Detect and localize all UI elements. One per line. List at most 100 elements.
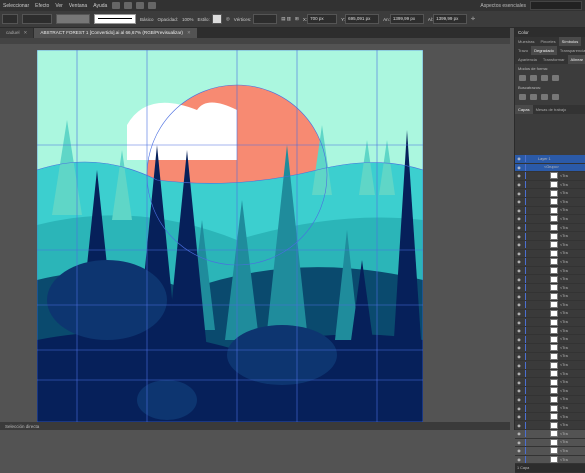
list-item[interactable]: ◉ <Tra	[515, 413, 585, 422]
eye-icon[interactable]: ◉	[515, 277, 523, 282]
eye-icon[interactable]: ◉	[515, 320, 523, 325]
group-row[interactable]: ◉ <Grupo>	[515, 163, 585, 173]
list-item[interactable]: ◉ <Tra	[515, 421, 585, 430]
transform-icon[interactable]: ✢	[471, 16, 475, 22]
eye-icon[interactable]: ◉	[515, 371, 523, 376]
list-item[interactable]: ◉ <Tra	[515, 232, 585, 241]
eye-icon[interactable]: ◉	[515, 388, 523, 393]
tab-layers[interactable]: Capas	[515, 105, 533, 114]
close-icon[interactable]: ✕	[187, 30, 191, 35]
list-item[interactable]: ◉ <Tra	[515, 361, 585, 370]
list-item[interactable]: ◉ <Tra	[515, 198, 585, 207]
tab-swatches[interactable]: Muestras	[515, 37, 537, 46]
list-item[interactable]: ◉ <Tra	[515, 352, 585, 362]
tab-transparency[interactable]: Transparencia	[557, 46, 585, 55]
list-item[interactable]: ◉ <Tra	[515, 318, 585, 327]
tab-align[interactable]: Alinear	[567, 55, 585, 64]
eye-icon[interactable]: ◉	[515, 242, 523, 247]
opacity-value[interactable]: 100%	[182, 17, 194, 22]
tab-symbols[interactable]: Símbolos	[558, 37, 582, 46]
list-item[interactable]: ◉ <Tra	[515, 447, 585, 456]
eye-icon[interactable]: ◉	[515, 208, 523, 213]
color-panel-header[interactable]: Color	[515, 28, 585, 37]
bridge-icon[interactable]	[112, 2, 121, 9]
eye-icon[interactable]: ◉	[515, 423, 523, 428]
y-field[interactable]: 695,091 px	[345, 14, 380, 24]
style-swatch[interactable]	[211, 14, 222, 24]
menu-item-view[interactable]: Ver	[52, 3, 66, 9]
eye-icon[interactable]: ◉	[515, 345, 523, 350]
list-item[interactable]: ◉ <Tra	[515, 258, 585, 267]
eye-icon[interactable]: ◉	[515, 440, 523, 445]
tab-transform[interactable]: Transformar	[540, 55, 568, 64]
list-item[interactable]: ◉ <Tra	[515, 456, 585, 465]
tab-document-1[interactable]: caduel ✕	[0, 28, 34, 38]
eye-icon[interactable]: ◉	[515, 173, 523, 178]
eye-icon[interactable]: ◉	[515, 380, 523, 385]
menu-item-help[interactable]: Ayuda	[90, 3, 110, 9]
menu-item-effect[interactable]: Efecto	[32, 3, 52, 9]
eye-icon[interactable]: ◉	[515, 165, 523, 170]
layer-row[interactable]: ◉ Layer 1	[515, 155, 585, 164]
width-field[interactable]: 1399,99 px	[389, 14, 424, 24]
intersect-icon[interactable]	[541, 75, 548, 81]
eye-icon[interactable]: ◉	[515, 328, 523, 333]
list-item[interactable]: ◉ <Tra	[515, 387, 585, 396]
eye-icon[interactable]: ◉	[515, 225, 523, 230]
minus-front-icon[interactable]	[530, 75, 537, 81]
tab-brushes[interactable]: Pinceles	[537, 37, 558, 46]
eye-icon[interactable]: ◉	[515, 311, 523, 316]
eye-icon[interactable]: ◉	[515, 354, 523, 359]
stroke-weight-field[interactable]	[22, 14, 52, 24]
current-tool-label[interactable]: Selección directa	[0, 424, 44, 429]
height-field[interactable]: 1399,99 px	[433, 14, 468, 24]
workspace-switcher[interactable]: Aspectos esenciales	[476, 3, 530, 9]
tab-stroke[interactable]: Trazo	[515, 46, 531, 55]
vertices-field[interactable]	[253, 14, 278, 24]
trim-icon[interactable]	[530, 94, 537, 100]
list-item[interactable]: ◉ <Tra	[515, 309, 585, 319]
search-input[interactable]	[530, 1, 582, 10]
menu-item-window[interactable]: Ventana	[66, 3, 90, 9]
x-field[interactable]: 700 px	[307, 14, 338, 24]
list-item[interactable]: ◉ <Tra	[515, 327, 585, 336]
list-item[interactable]: ◉ <Tra	[515, 430, 585, 439]
list-item[interactable]: ◉ <Tra	[515, 181, 585, 190]
artboard[interactable]	[37, 50, 423, 422]
exclude-icon[interactable]	[552, 75, 559, 81]
eye-icon[interactable]: ◉	[515, 431, 523, 436]
merge-icon[interactable]	[541, 94, 548, 100]
eye-icon[interactable]: ◉	[515, 448, 523, 453]
unite-icon[interactable]	[519, 75, 526, 81]
eye-icon[interactable]: ◉	[515, 234, 523, 239]
arrange-icon[interactable]	[136, 2, 145, 9]
eye-icon[interactable]: ◉	[515, 191, 523, 196]
eye-icon[interactable]: ◉	[515, 285, 523, 290]
list-item[interactable]: ◉ <Tra	[515, 438, 585, 448]
eye-icon[interactable]: ◉	[515, 259, 523, 264]
stock-icon[interactable]	[124, 2, 133, 9]
eye-icon[interactable]: ◉	[515, 294, 523, 299]
list-item[interactable]: ◉ <Tra	[515, 284, 585, 293]
list-item[interactable]: ◉ <Tra	[515, 344, 585, 353]
list-item[interactable]: ◉ <Tra	[515, 189, 585, 198]
menu-item-select[interactable]: Seleccionar	[0, 3, 32, 9]
list-item[interactable]: ◉ <Tra	[515, 215, 585, 224]
list-item[interactable]: ◉ <Tra	[515, 292, 585, 302]
list-item[interactable]: ◉ <Tra	[515, 335, 585, 345]
gpu-icon[interactable]	[148, 2, 157, 9]
close-icon[interactable]: ✕	[24, 30, 28, 35]
eye-icon[interactable]: ◉	[515, 216, 523, 221]
eye-icon[interactable]: ◉	[515, 251, 523, 256]
tab-appearance[interactable]: Apariencia	[515, 55, 540, 64]
list-item[interactable]: ◉ <Tra	[515, 378, 585, 388]
eye-icon[interactable]: ◉	[515, 397, 523, 402]
fill-swatch[interactable]	[2, 14, 18, 24]
divide-icon[interactable]	[519, 94, 526, 100]
tab-document-2[interactable]: ABSTRACT FOREST 1 [Convertido].ai al 66,…	[34, 28, 197, 38]
tab-artboards[interactable]: Mesas de trabajo	[533, 105, 570, 114]
eye-icon[interactable]: ◉	[515, 337, 523, 342]
eye-icon[interactable]: ◉	[515, 182, 523, 187]
list-item[interactable]: ◉ <Tra	[515, 395, 585, 405]
eye-icon[interactable]: ◉	[515, 268, 523, 273]
